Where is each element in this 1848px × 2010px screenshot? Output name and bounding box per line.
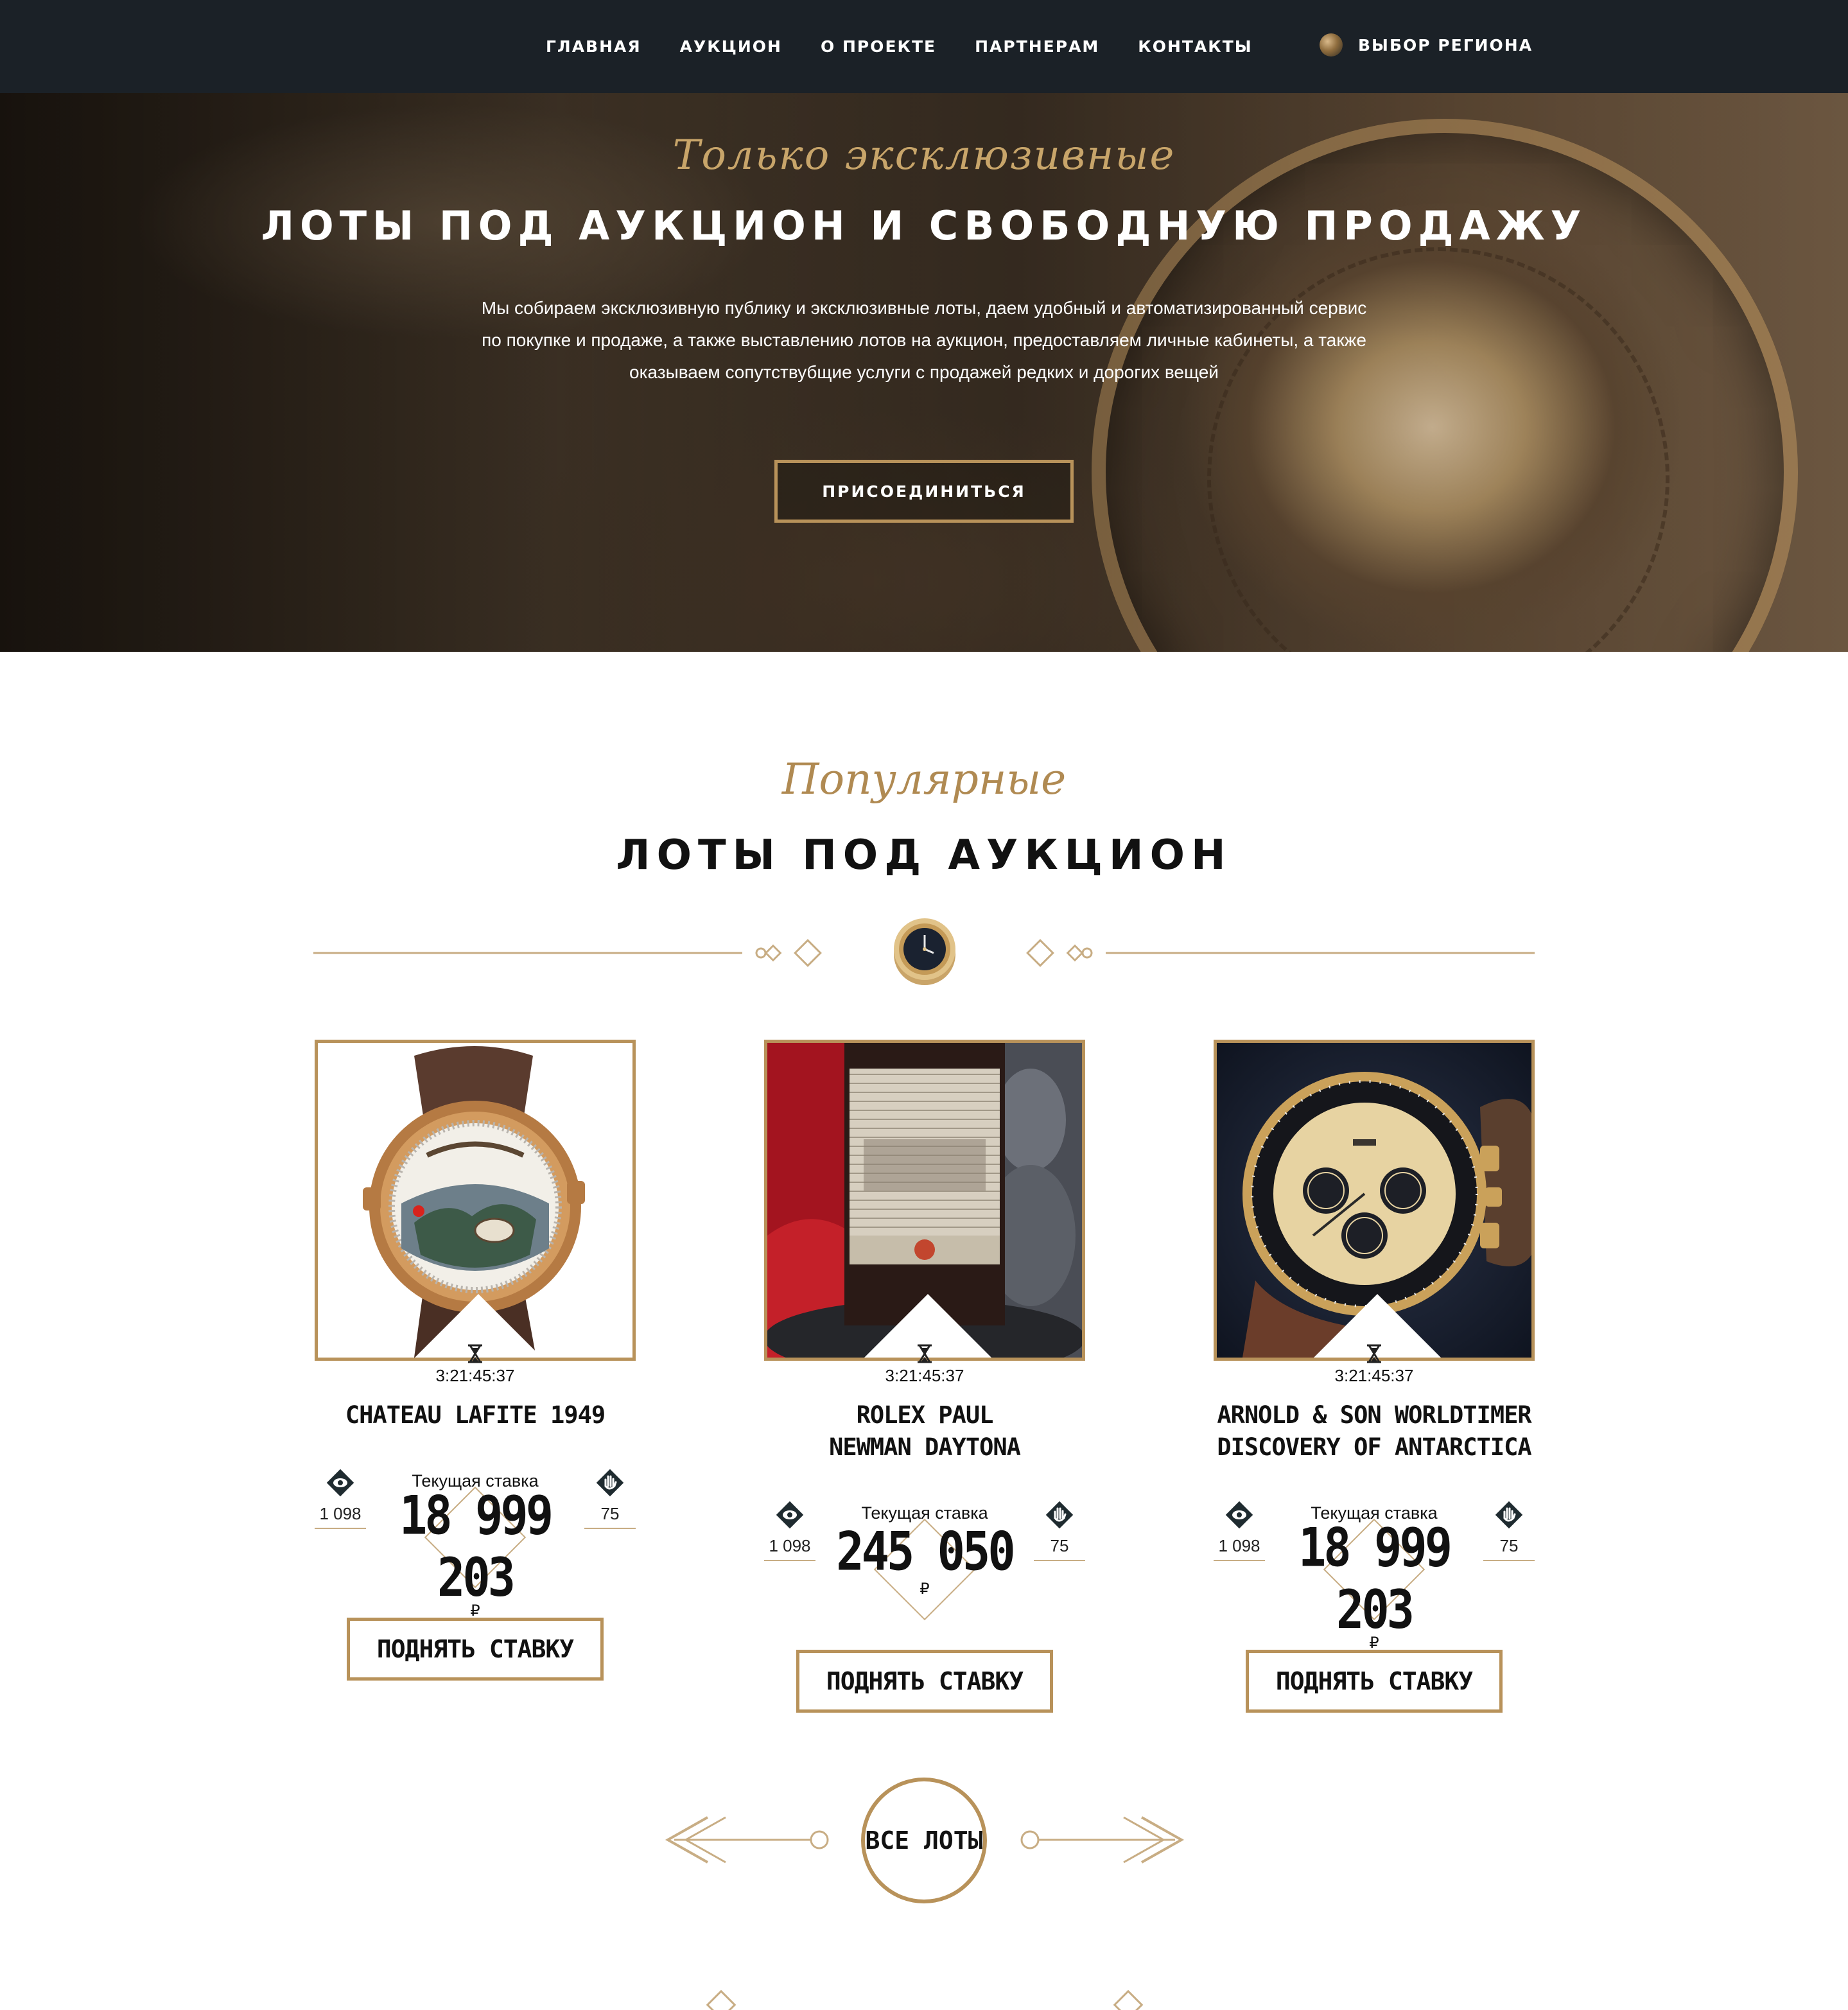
lot-timer: 3:21:45:37 (435, 1366, 515, 1385)
raise-bid-button[interactable]: ПОДНЯТЬ СТАВКУ (1246, 1650, 1503, 1713)
lot-image[interactable] (315, 1040, 636, 1361)
hero-script-heading: Только эксклюзивные (672, 132, 1176, 179)
current-bid: Текущая ставка 18 999 203 ₽ (379, 1471, 571, 1620)
lot-timer: 3:21:45:37 (885, 1366, 964, 1385)
views-stat: 1 098 (315, 1467, 366, 1529)
section-script-heading: Популярные (781, 755, 1067, 804)
lot-title[interactable]: CHATEAU LAFITE 1949 (315, 1399, 636, 1431)
hourglass-icon (468, 1344, 482, 1363)
hero-description-line: оказываем сопутствубщие услуги с продаже… (629, 362, 1219, 382)
hourglass-icon (918, 1344, 932, 1363)
views-stat: 1 098 (1214, 1499, 1265, 1561)
raise-bid-button[interactable]: ПОДНЯТЬ СТАВКУ (796, 1650, 1053, 1713)
region-selector[interactable]: ВЫБОР РЕГИОНА (1320, 0, 1533, 90)
hourglass-icon (1367, 1344, 1381, 1363)
views-count: 1 098 (1214, 1536, 1265, 1561)
bids-stat: 75 (584, 1467, 636, 1529)
current-bid: Текущая ставка 18 999 203 ₽ (1278, 1503, 1470, 1652)
hero-description-line: по покупке и продаже, а также выставлени… (482, 330, 1366, 350)
bid-amount: 245 050 (836, 1520, 1015, 1583)
lot-timer: 3:21:45:37 (1334, 1366, 1414, 1385)
bids-stat: 75 (1034, 1499, 1085, 1561)
top-nav: ГЛАВНАЯ АУКЦИОН О ПРОЕКТЕ ПАРТНЕРАМ КОНТ… (0, 0, 1848, 93)
views-count: 1 098 (315, 1504, 366, 1529)
hand-icon (1045, 1501, 1074, 1529)
nav-item-home[interactable]: ГЛАВНАЯ (546, 37, 641, 56)
nav-item-partners[interactable]: ПАРТНЕРАМ (975, 37, 1099, 56)
views-stat: 1 098 (764, 1499, 815, 1561)
raise-bid-button[interactable]: ПОДНЯТЬ СТАВКУ (347, 1618, 604, 1681)
eye-icon (776, 1501, 804, 1529)
all-lots-button[interactable]: ВСЕ ЛОТЫ (861, 1778, 987, 1903)
bid-amount: 18 999 203 (1298, 1516, 1452, 1641)
hero-banner: Только эксклюзивные ЛОТЫ ПОД АУКЦИОН И С… (0, 93, 1848, 652)
lot-image[interactable] (764, 1040, 1085, 1361)
bids-count: 75 (1034, 1536, 1085, 1561)
current-bid: Текущая ставка 245 050 ₽ (828, 1503, 1021, 1621)
bottom-divider (706, 1989, 1144, 2010)
bids-count: 75 (1483, 1536, 1535, 1561)
lot-image[interactable] (1214, 1040, 1535, 1361)
lot-card[interactable]: 3:21:45:37 ROLEX PAUL NEWMAN DAYTONA 1 0… (764, 1040, 1085, 1713)
lot-title[interactable]: ARNOLD & SON WORLDTIMER DISCOVERY OF ANT… (1201, 1399, 1547, 1464)
join-button[interactable]: ПРИСОЕДИНИТЬСЯ (774, 460, 1074, 523)
nav-item-contacts[interactable]: КОНТАКТЫ (1138, 37, 1252, 56)
hand-icon (1495, 1501, 1523, 1529)
nav-menu: ГЛАВНАЯ АУКЦИОН О ПРОЕКТЕ ПАРТНЕРАМ КОНТ… (546, 0, 1291, 93)
section-title: ЛОТЫ ПОД АУКЦИОН (616, 832, 1232, 879)
views-count: 1 098 (764, 1536, 815, 1561)
bid-amount: 18 999 203 (399, 1484, 554, 1609)
bid-currency: ₽ (920, 1580, 930, 1598)
lot-card[interactable]: 3:21:45:37 ARNOLD & SON WORLDTIMER DISCO… (1214, 1040, 1535, 1713)
nav-item-auction[interactable]: АУКЦИОН (680, 37, 782, 56)
hero-description: Мы собираем эксклюзивную публику и экскл… (449, 292, 1399, 389)
watch-medal-icon (894, 918, 955, 985)
lot-title[interactable]: ROLEX PAUL NEWMAN DAYTONA (764, 1399, 1085, 1464)
bids-count: 75 (584, 1504, 636, 1529)
hero-description-line: Мы собираем эксклюзивную публику и экскл… (481, 298, 1367, 318)
hero-title: ЛОТЫ ПОД АУКЦИОН И СВОБОДНУЮ ПРОДАЖУ (261, 202, 1587, 249)
region-label: ВЫБОР РЕГИОНА (1358, 35, 1533, 55)
nav-item-about[interactable]: О ПРОЕКТЕ (821, 37, 936, 56)
globe-icon (1320, 33, 1343, 57)
hand-icon (596, 1469, 624, 1497)
lot-card[interactable]: 3:21:45:37 CHATEAU LAFITE 1949 1 098 Тек… (315, 1040, 636, 1681)
eye-icon (1225, 1501, 1253, 1529)
eye-icon (326, 1469, 354, 1497)
bids-stat: 75 (1483, 1499, 1535, 1561)
